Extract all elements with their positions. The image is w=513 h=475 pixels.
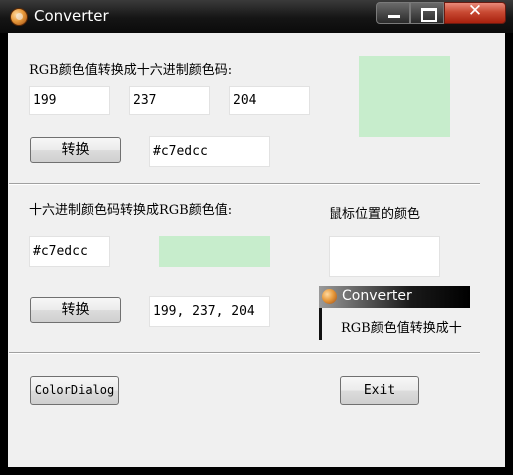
rgb-to-hex-label: RGB颜色值转换成十六进制颜色码: [29, 63, 233, 78]
hex-result-field[interactable]: #c7edcc [149, 136, 270, 167]
mouse-color-label: 鼠标位置的颜色 [329, 207, 421, 222]
section-divider-top [9, 183, 480, 185]
preview-text: RGB颜色值转换成十 [341, 321, 462, 336]
window-title: Converter [34, 7, 109, 25]
preview-title: Converter [342, 288, 412, 304]
app-icon [10, 8, 28, 26]
converter-window: Converter ✕ RGB颜色值转换成十六进制颜色码: 199 237 20… [0, 0, 513, 475]
rgb-result-field[interactable]: 199, 237, 204 [149, 296, 270, 327]
blue-input[interactable]: 204 [229, 86, 310, 115]
section-divider-bottom [9, 352, 480, 354]
preview-app-icon [322, 289, 337, 304]
color-dialog-button[interactable]: ColorDialog [30, 376, 119, 405]
mouse-position-preview: Converter RGB颜色值转换成十 [319, 286, 470, 340]
hex-to-rgb-label: 十六进制颜色码转换成RGB颜色值: [29, 203, 233, 218]
client-area: RGB颜色值转换成十六进制颜色码: 199 237 204 转换 #c7edcc… [8, 33, 505, 467]
maximize-button[interactable] [410, 2, 444, 24]
hex-color-swatch [159, 236, 270, 267]
hex-input[interactable]: #c7edcc [29, 236, 110, 267]
red-input[interactable]: 199 [29, 86, 110, 115]
preview-title-bar: Converter [319, 286, 470, 308]
close-icon: ✕ [467, 1, 483, 21]
green-input[interactable]: 237 [129, 86, 210, 115]
rgb-color-swatch [359, 56, 450, 137]
exit-button[interactable]: Exit [340, 376, 419, 405]
rgb-convert-button[interactable]: 转换 [30, 137, 121, 163]
preview-border [319, 308, 322, 340]
mouse-color-box [329, 236, 440, 277]
close-button[interactable]: ✕ [444, 1, 506, 24]
minimize-button[interactable] [376, 2, 410, 24]
title-bar[interactable]: Converter ✕ [0, 0, 513, 33]
hex-convert-button[interactable]: 转换 [30, 297, 121, 323]
